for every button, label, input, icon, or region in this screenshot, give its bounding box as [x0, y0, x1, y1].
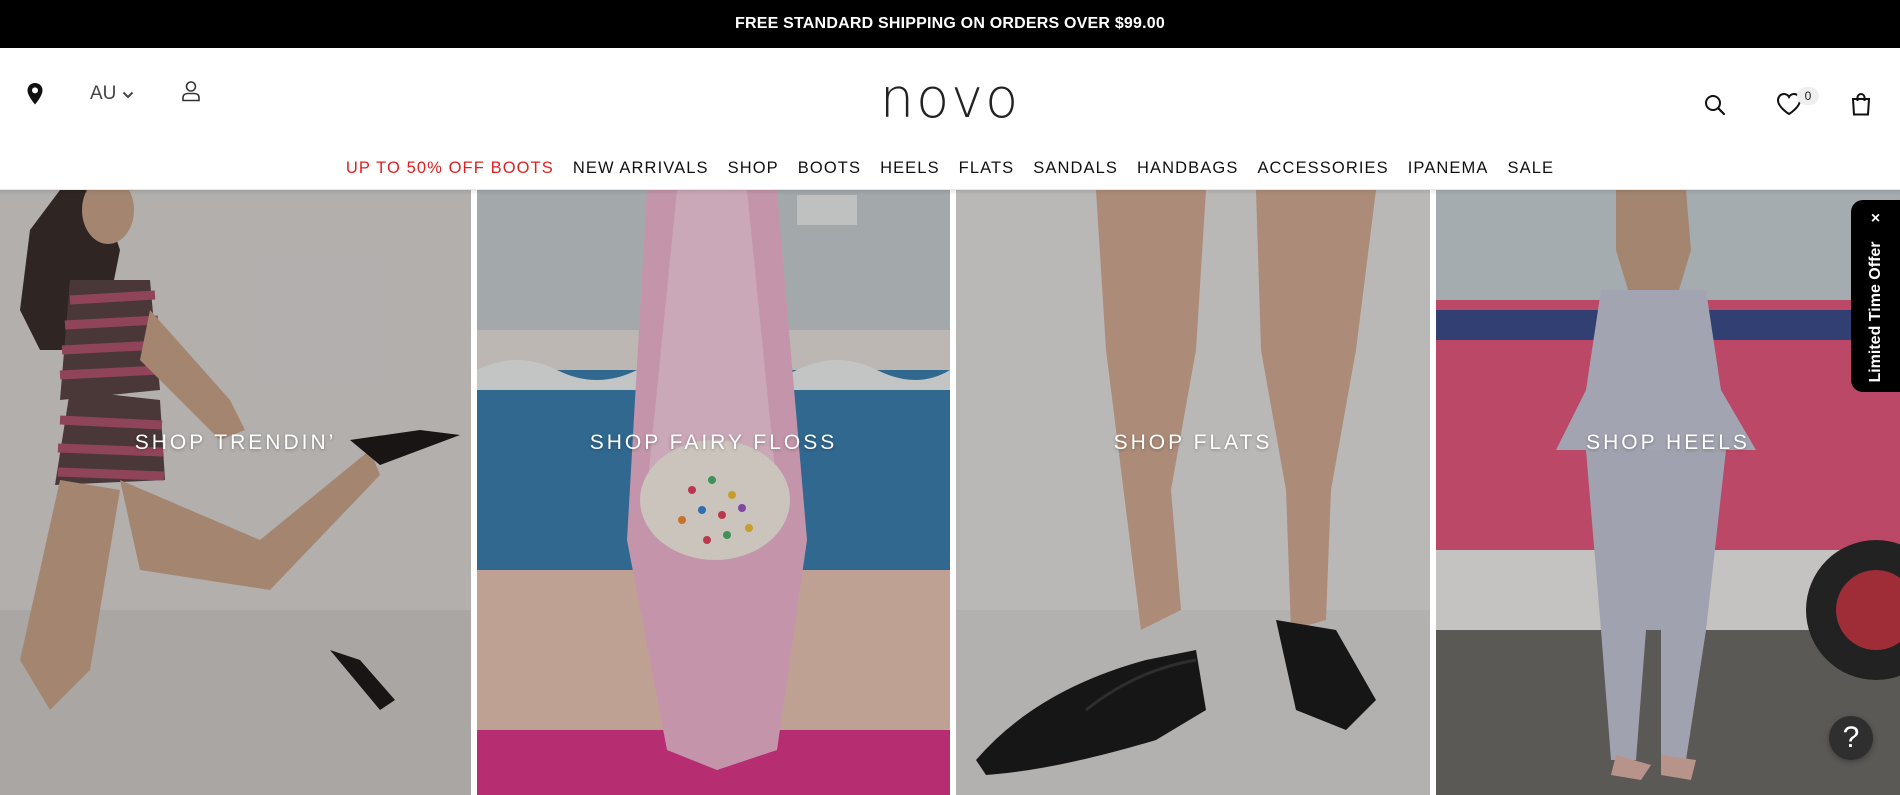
- user-icon[interactable]: [178, 78, 204, 104]
- promo-text: FREE STANDARD SHIPPING ON ORDERS OVER $9…: [735, 15, 1165, 32]
- site-logo[interactable]: novo: [860, 62, 1040, 134]
- nav-item-boots-sale[interactable]: UP TO 50% OFF BOOTS: [336, 159, 563, 178]
- tile-shop-trendin[interactable]: SHOP TRENDIN’: [0, 190, 471, 795]
- question-icon: ?: [1842, 721, 1860, 754]
- map-pin-icon[interactable]: [22, 80, 48, 108]
- tile-label: SHOP FLATS: [1113, 431, 1273, 454]
- chevron-down-icon: [122, 83, 134, 105]
- tile-label: SHOP FAIRY FLOSS: [589, 431, 838, 454]
- logo-text: novo: [879, 66, 1021, 130]
- offer-label: Limited Time Offer: [1866, 241, 1884, 383]
- country-selector[interactable]: AU: [90, 81, 134, 107]
- limited-offer-tab[interactable]: × Limited Time Offer: [1851, 200, 1900, 392]
- search-icon[interactable]: [1702, 92, 1728, 118]
- nav-item-ipanema[interactable]: IPANEMA: [1398, 159, 1498, 178]
- promo-banner: FREE STANDARD SHIPPING ON ORDERS OVER $9…: [0, 0, 1900, 48]
- nav-item-heels[interactable]: HEELS: [871, 159, 950, 178]
- tile-shop-fairy-floss[interactable]: SHOP FAIRY FLOSS: [477, 190, 950, 795]
- tile-overlay: [0, 190, 471, 795]
- tile-overlay: [956, 190, 1430, 795]
- help-button[interactable]: ?: [1829, 716, 1873, 760]
- nav-item-shop[interactable]: SHOP: [718, 159, 788, 178]
- close-icon[interactable]: ×: [1851, 210, 1900, 228]
- nav-item-boots[interactable]: BOOTS: [788, 159, 870, 178]
- tile-shop-heels[interactable]: SHOP HEELS: [1436, 190, 1900, 795]
- tile-label: SHOP TRENDIN’: [134, 431, 337, 454]
- main-navigation: UP TO 50% OFF BOOTS NEW ARRIVALS SHOP BO…: [0, 148, 1900, 188]
- nav-item-sale[interactable]: SALE: [1498, 159, 1564, 178]
- shopping-bag-icon[interactable]: [1848, 90, 1874, 118]
- category-tiles: SHOP TRENDIN’ SHOP FAIRY FLOSS SHOP FLAT…: [0, 190, 1900, 795]
- site-header: AU novo 0 UP TO 50% OFF BOOTS NEW ARRIVA…: [0, 48, 1900, 190]
- nav-item-new-arrivals[interactable]: NEW ARRIVALS: [563, 159, 718, 178]
- nav-item-sandals[interactable]: SANDALS: [1024, 159, 1128, 178]
- tile-overlay: [477, 190, 950, 795]
- nav-item-handbags[interactable]: HANDBAGS: [1128, 159, 1248, 178]
- nav-item-flats[interactable]: FLATS: [949, 159, 1024, 178]
- tile-shop-flats[interactable]: SHOP FLATS: [956, 190, 1430, 795]
- wishlist-count-badge: 0: [1797, 87, 1819, 105]
- country-label: AU: [90, 83, 117, 104]
- tile-label: SHOP HEELS: [1586, 431, 1750, 454]
- nav-item-accessories[interactable]: ACCESSORIES: [1248, 159, 1398, 178]
- tile-overlay: [1436, 190, 1900, 795]
